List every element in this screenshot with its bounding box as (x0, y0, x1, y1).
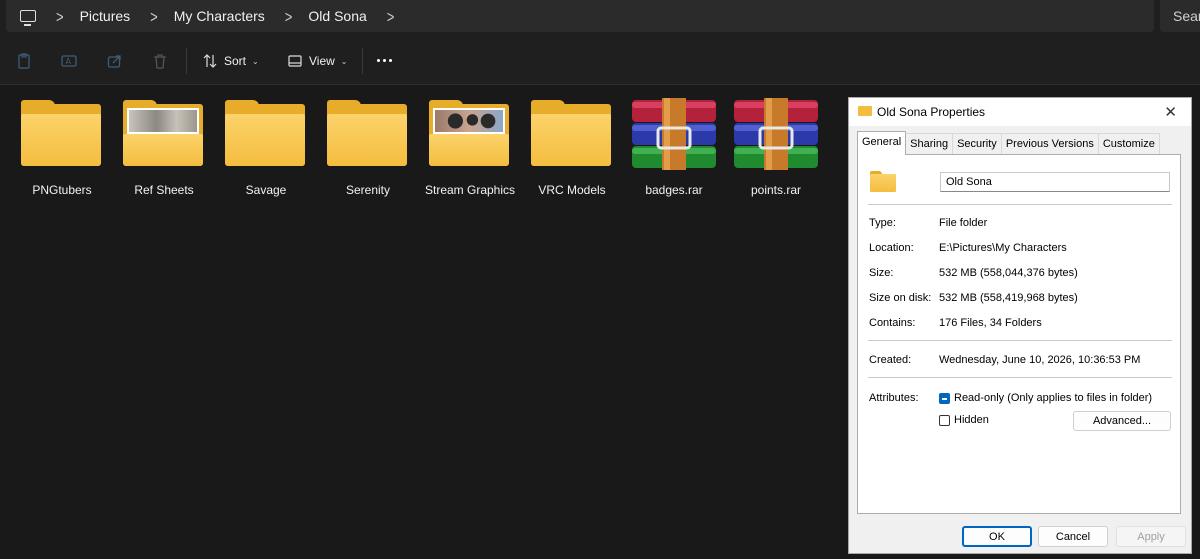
archive-item[interactable]: points.rar (728, 98, 818, 208)
archive-item[interactable]: badges.rar (626, 98, 716, 208)
tab-security[interactable]: Security (952, 133, 1002, 155)
folder-item[interactable]: VRC Models (524, 98, 614, 208)
rename-icon[interactable]: A (61, 53, 77, 69)
advanced-button[interactable]: Advanced... (1073, 411, 1171, 431)
item-name: Stream Graphics (424, 183, 516, 197)
size-value: 532 MB (558,044,376 bytes) (939, 267, 1078, 279)
dialog-title-bar[interactable]: Old Sona Properties ✕ (849, 98, 1191, 126)
chevron-right-icon[interactable]: > (285, 6, 293, 26)
folder-item[interactable]: PNGtubers (14, 98, 104, 208)
location-value: E:\Pictures\My Characters (939, 242, 1067, 254)
dialog-title: Old Sona Properties (877, 105, 986, 119)
item-name: badges.rar (645, 183, 703, 197)
item-name: Ref Sheets (134, 183, 194, 197)
chevron-right-icon[interactable]: > (56, 6, 64, 26)
folder-item[interactable]: Ref Sheets (116, 98, 206, 208)
item-name: Serenity (345, 183, 391, 197)
sort-icon (203, 54, 217, 68)
tab-previous-versions[interactable]: Previous Versions (1000, 133, 1099, 155)
address-bar: > Pictures > My Characters > Old Sona > … (0, 0, 1200, 38)
share-icon[interactable] (107, 53, 123, 69)
apply-button[interactable]: Apply (1116, 526, 1186, 547)
tab-sharing[interactable]: Sharing (905, 133, 954, 155)
contains-value: 176 Files, 34 Folders (939, 317, 1042, 329)
breadcrumb-old-sona[interactable]: Old Sona (308, 8, 366, 24)
divider (868, 340, 1172, 341)
type-value: File folder (939, 217, 988, 229)
chevron-right-icon[interactable]: > (150, 6, 158, 26)
divider (868, 377, 1172, 378)
search-input[interactable]: Search (1160, 0, 1200, 32)
breadcrumb-my-characters[interactable]: My Characters (174, 8, 265, 24)
toolbar-divider (186, 48, 187, 74)
view-label: View (309, 54, 335, 68)
cancel-button[interactable]: Cancel (1038, 526, 1108, 547)
folder-icon (21, 98, 103, 168)
item-name: points.rar (750, 183, 802, 197)
folder-icon (858, 106, 872, 116)
ref-sheet-thumbnail (127, 108, 199, 134)
divider (868, 204, 1172, 205)
hidden-label[interactable]: Hidden (954, 414, 989, 426)
svg-text:A: A (66, 57, 72, 66)
properties-dialog: Old Sona Properties ✕ General Sharing Se… (848, 97, 1192, 554)
chevron-down-icon: ⌄ (252, 56, 259, 66)
folder-icon (225, 98, 307, 168)
command-bar: A Sort ⌄ View ⌄ (0, 38, 1200, 85)
folder-item[interactable]: Savage (218, 98, 308, 208)
tab-customize[interactable]: Customize (1097, 133, 1160, 155)
chevron-down-icon: ⌄ (340, 56, 348, 66)
tab-general[interactable]: General (857, 131, 907, 155)
folder-item[interactable]: Serenity (320, 98, 410, 208)
rar-archive-icon (732, 98, 818, 170)
folder-item[interactable]: Stream Graphics (422, 98, 515, 208)
size-on-disk-value: 532 MB (558,419,968 bytes) (939, 292, 1078, 304)
breadcrumb-pictures[interactable]: Pictures (80, 8, 131, 24)
created-value: Wednesday, June 10, 2026, 10:36:53 PM (939, 354, 1141, 366)
breadcrumb[interactable]: > Pictures > My Characters > Old Sona > (6, 0, 1154, 32)
folder-icon (123, 98, 205, 168)
folder-icon (531, 98, 613, 168)
size-on-disk-label: Size on disk: (869, 292, 932, 304)
dialog-tabs: General Sharing Security Previous Versio… (857, 131, 1160, 155)
readonly-label[interactable]: Read-only (Only applies to files in fold… (954, 392, 1152, 404)
created-label: Created: (869, 354, 912, 366)
search-placeholder: Search (1173, 8, 1200, 24)
folder-icon (327, 98, 409, 168)
view-button[interactable]: View ⌄ (287, 50, 348, 72)
general-panel: Old Sona Type: File folder Location: E:\… (857, 154, 1181, 514)
folder-icon (429, 98, 511, 168)
rar-archive-icon (630, 98, 716, 170)
attributes-label: Attributes: (869, 392, 919, 404)
contains-label: Contains: (869, 317, 916, 329)
close-icon[interactable]: ✕ (1164, 103, 1177, 121)
sort-label: Sort (224, 54, 247, 68)
location-label: Location: (869, 242, 914, 254)
view-icon (288, 55, 302, 67)
folder-icon (870, 171, 896, 192)
type-label: Type: (869, 217, 896, 229)
more-options-icon[interactable] (377, 59, 392, 62)
toolbar-divider (362, 48, 363, 74)
item-name: Savage (245, 183, 287, 197)
item-name: PNGtubers (32, 183, 92, 197)
delete-icon[interactable] (152, 53, 168, 69)
folder-name-field[interactable]: Old Sona (940, 172, 1170, 192)
stream-graphics-thumbnail (433, 108, 505, 134)
chevron-right-icon[interactable]: > (387, 6, 395, 26)
sort-button[interactable]: Sort ⌄ (202, 50, 259, 72)
ok-button[interactable]: OK (962, 526, 1032, 547)
this-pc-icon[interactable] (20, 10, 36, 26)
paste-icon[interactable] (16, 53, 32, 69)
readonly-checkbox[interactable] (939, 393, 950, 404)
size-label: Size: (869, 267, 894, 279)
item-name: VRC Models (538, 183, 606, 197)
hidden-checkbox[interactable] (939, 415, 950, 426)
